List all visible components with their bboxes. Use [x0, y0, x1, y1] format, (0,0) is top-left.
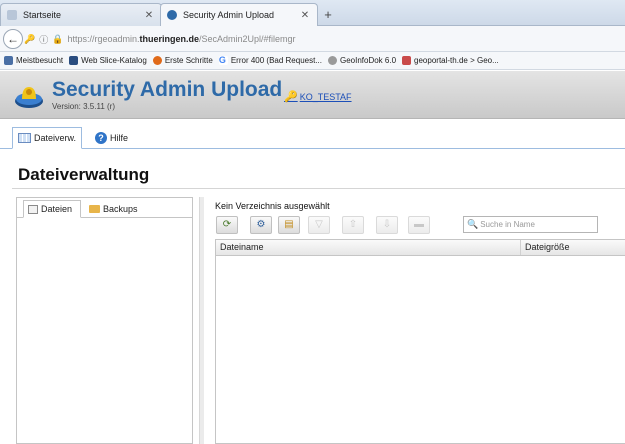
tab-label: Startseite: [23, 10, 62, 20]
screen: Startseite ✕ Security Admin Upload ✕ + ←…: [0, 0, 625, 444]
tab-dateien[interactable]: Dateien: [23, 200, 81, 218]
right-panel: Kein Verzeichnis ausgewählt ⟳ ⚙ ▤ ▽ ⇧ ⇩ …: [210, 197, 625, 444]
new-tab-button[interactable]: +: [318, 6, 338, 24]
address-bar[interactable]: 🔑 ⓘ 🔒 https://rgeoadmin.thueringen.de/Se…: [24, 30, 584, 48]
download-icon: ⇩: [382, 219, 392, 230]
table-header: Dateiname Dateigröße: [216, 240, 625, 256]
key-icon: 🔑: [284, 91, 298, 103]
back-button[interactable]: ←: [3, 29, 23, 49]
user-link[interactable]: 🔑 KO_TESTAF: [284, 90, 352, 103]
geoportal-icon: [402, 56, 412, 65]
folder-icon: [89, 205, 100, 213]
bookmark-erste-schritte[interactable]: Erste Schritte: [152, 56, 213, 65]
upload-button[interactable]: ⇧: [342, 216, 364, 234]
lock-icon[interactable]: 🔒: [52, 34, 63, 45]
bookmarks-bar: Meistbesucht Web Slice-Katalog Erste Sch…: [0, 52, 625, 70]
browser-tab-startseite[interactable]: Startseite ✕: [0, 3, 162, 26]
delete-button[interactable]: ▬: [408, 216, 430, 234]
refresh-icon: ⟳: [222, 219, 232, 230]
app-favicon-icon: [167, 10, 177, 20]
browser-tab-security-admin[interactable]: Security Admin Upload ✕: [160, 3, 318, 26]
tab-label: Dateien: [41, 204, 73, 214]
folder-button[interactable]: ▤: [278, 216, 300, 234]
grid-icon: [18, 133, 31, 143]
tab-dateiverwaltung[interactable]: Dateiverw.: [12, 127, 82, 149]
tab-label: Security Admin Upload: [183, 10, 275, 20]
page-icon: [7, 10, 17, 20]
help-icon: ?: [95, 132, 107, 144]
gear-icon: ⚙: [256, 219, 266, 230]
user-name: KO_TESTAF: [299, 91, 352, 102]
url-text: https://rgeoadmin.thueringen.de/SecAdmin…: [67, 34, 296, 44]
bookmark-error-400[interactable]: G Error 400 (Bad Request...: [218, 55, 322, 65]
app-tabs: Dateiverw. ? Hilfe: [0, 127, 625, 149]
column-header-dateiname[interactable]: Dateiname: [216, 240, 521, 255]
page-title: Dateiverwaltung: [18, 165, 150, 184]
minus-icon: ▬: [414, 219, 424, 230]
tab-hilfe[interactable]: ? Hilfe: [90, 127, 140, 149]
bookmark-geoportal[interactable]: geoportal-th.de > Geo...: [402, 56, 499, 65]
google-icon: G: [218, 55, 228, 65]
info-icon[interactable]: ⓘ: [39, 33, 48, 46]
app-header: Security Admin Upload Version: 3.5.11 (r…: [0, 71, 625, 119]
left-panel-tabs: Dateien Backups: [17, 198, 192, 218]
tab-label: Backups: [103, 204, 138, 214]
globe-icon: [327, 56, 337, 65]
folder-open-icon: ▤: [284, 219, 294, 230]
search-field[interactable]: 🔍: [463, 216, 598, 233]
tab-label: Dateiverw.: [33, 133, 76, 143]
bookmark-web-slice[interactable]: Web Slice-Katalog: [69, 56, 147, 65]
bookmark-icon: [69, 56, 79, 65]
firefox-icon: [152, 56, 162, 65]
browser-tab-strip: Startseite ✕ Security Admin Upload ✕ +: [0, 0, 625, 26]
tab-label: Hilfe: [110, 133, 129, 143]
app-version: Version: 3.5.11 (r): [52, 102, 115, 111]
filter-icon: ▽: [315, 219, 323, 230]
app-title: Security Admin Upload: [52, 78, 283, 101]
search-input[interactable]: [480, 220, 596, 229]
key-icon[interactable]: 🔑: [24, 34, 35, 45]
tab-backups[interactable]: Backups: [85, 200, 155, 218]
arrow-up-icon: ⇧: [348, 219, 358, 230]
settings-button[interactable]: ⚙: [250, 216, 272, 234]
bookmark-geoinfodok[interactable]: GeoInfoDok 6.0: [327, 56, 396, 65]
file-toolbar: ⟳ ⚙ ▤ ▽ ⇧ ⇩ ▬ 🔍: [216, 216, 625, 236]
refresh-button[interactable]: ⟳: [216, 216, 238, 234]
navigation-bar: ← 🔑 ⓘ 🔒 https://rgeoadmin.thueringen.de/…: [0, 26, 625, 52]
divider: [12, 188, 625, 189]
directory-status: Kein Verzeichnis ausgewählt: [215, 201, 330, 211]
security-logo-icon: [15, 87, 43, 108]
bookmark-icon: [4, 56, 13, 65]
close-icon[interactable]: ✕: [299, 10, 311, 21]
file-icon: [28, 204, 38, 214]
left-panel: Dateien Backups: [16, 197, 193, 444]
filter-button[interactable]: ▽: [308, 216, 330, 234]
search-icon: 🔍: [467, 219, 479, 229]
panel-splitter[interactable]: [199, 197, 204, 444]
close-icon[interactable]: ✕: [143, 10, 155, 21]
file-table: Dateiname Dateigröße: [215, 239, 625, 444]
bookmark-meistbesucht[interactable]: Meistbesucht: [4, 56, 63, 65]
download-button[interactable]: ⇩: [376, 216, 398, 234]
column-header-dateigroesse[interactable]: Dateigröße: [521, 240, 625, 255]
